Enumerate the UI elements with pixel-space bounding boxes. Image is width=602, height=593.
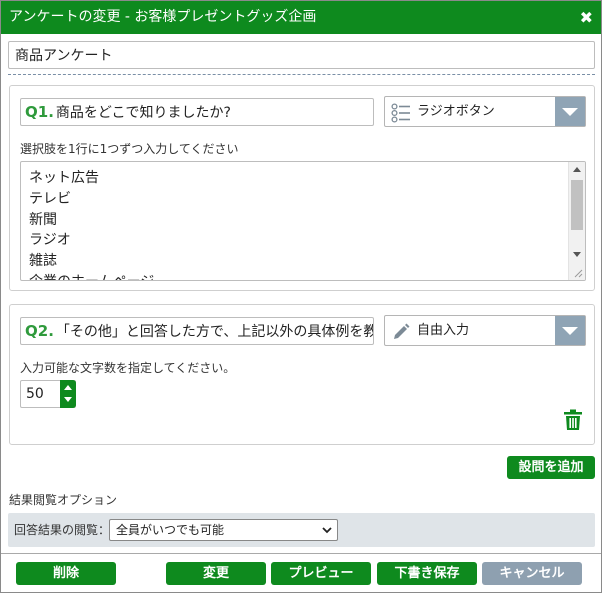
radio-list-icon (391, 103, 410, 123)
chevron-down-icon[interactable] (555, 316, 585, 345)
scroll-down-icon[interactable] (573, 252, 581, 257)
result-view-label: 回答結果の閲覧： (14, 523, 111, 537)
question-text-input[interactable]: Q2. 「その他」と回答した方で、上記以外の具体例を教 (20, 317, 374, 345)
question-type-label: ラジオボタン (417, 104, 495, 119)
stepper-buttons[interactable] (60, 380, 76, 408)
question-text-input[interactable]: Q1. 商品をどこで知りましたか? (20, 98, 374, 126)
decrement-icon[interactable] (64, 397, 72, 402)
increment-icon[interactable] (64, 385, 72, 390)
choice-line: テレビ (29, 190, 71, 207)
choice-line: ネット広告 (29, 170, 99, 186)
result-options-bar: 回答結果の閲覧： 全員がいつでも可能 (8, 513, 595, 547)
question-text: 商品をどこで知りましたか? (55, 105, 231, 121)
choices-textarea[interactable]: ネット広告 テレビ 新聞 ラジオ 雑誌 企業のホームページ (20, 161, 586, 281)
cancel-button[interactable]: キャンセル (482, 562, 582, 585)
chevron-down-icon[interactable] (555, 97, 585, 126)
chevron-down-icon (322, 527, 332, 534)
divider (8, 74, 595, 75)
change-button[interactable]: 変更 (166, 562, 266, 585)
delete-button[interactable]: 削除 (16, 562, 116, 585)
question-number: Q2. (25, 322, 54, 340)
resize-grip-icon[interactable] (573, 268, 583, 278)
choice-line: 新聞 (29, 211, 57, 228)
survey-title-input[interactable] (8, 41, 595, 69)
dialog-title: アンケートの変更 - お客様プレゼントグッズ企画 (9, 9, 317, 25)
choices-hint: 選択肢を1行に1つずつ入力してください (20, 142, 239, 156)
choices-scrollbar[interactable] (568, 162, 585, 280)
choices-list: ネット広告 テレビ 新聞 ラジオ 雑誌 企業のホームページ (29, 168, 154, 280)
scroll-thumb[interactable] (571, 180, 583, 230)
add-question-button[interactable]: 設問を追加 (507, 456, 595, 479)
question-type-select[interactable]: 自由入力 (384, 315, 586, 346)
char-limit-value: 50 (26, 386, 44, 402)
trash-icon[interactable] (563, 409, 583, 431)
question-panel-2: Q2. 「その他」と回答した方で、上記以外の具体例を教 自由入力 入力可能な文字数… (9, 304, 595, 445)
save-draft-button[interactable]: 下書き保存 (377, 562, 477, 585)
result-view-select[interactable]: 全員がいつでも可能 (109, 519, 338, 541)
char-limit-hint: 入力可能な文字数を指定してください。 (20, 361, 236, 375)
question-panel-1: Q1. 商品をどこで知りましたか? ラジオボタン 選択肢を1行に1つずつ入力してく… (9, 85, 595, 291)
scroll-up-icon[interactable] (573, 167, 581, 172)
question-type-label: 自由入力 (417, 323, 470, 338)
footer-divider (1, 553, 601, 554)
result-view-value: 全員がいつでも可能 (116, 523, 225, 537)
preview-button[interactable]: プレビュー (271, 562, 371, 585)
char-limit-stepper[interactable]: 50 (20, 380, 76, 408)
choice-line: ラジオ (29, 232, 71, 249)
choice-line: 雑誌 (29, 253, 57, 270)
pencil-icon (394, 323, 410, 339)
close-icon[interactable]: ✖ (580, 1, 593, 34)
question-type-select[interactable]: ラジオボタン (384, 96, 586, 127)
choice-line: 企業のホームページ (29, 272, 154, 280)
edit-survey-dialog: アンケートの変更 - お客様プレゼントグッズ企画 ✖ Q1.商品をどこで知りまし… (0, 0, 602, 593)
dialog-titlebar: アンケートの変更 - お客様プレゼントグッズ企画 ✖ (1, 1, 601, 34)
result-options-label: 結果閲覧オプション (9, 493, 118, 507)
question-number: Q1. (25, 103, 54, 121)
question-text: 「その他」と回答した方で、上記以外の具体例を教 (55, 324, 374, 340)
